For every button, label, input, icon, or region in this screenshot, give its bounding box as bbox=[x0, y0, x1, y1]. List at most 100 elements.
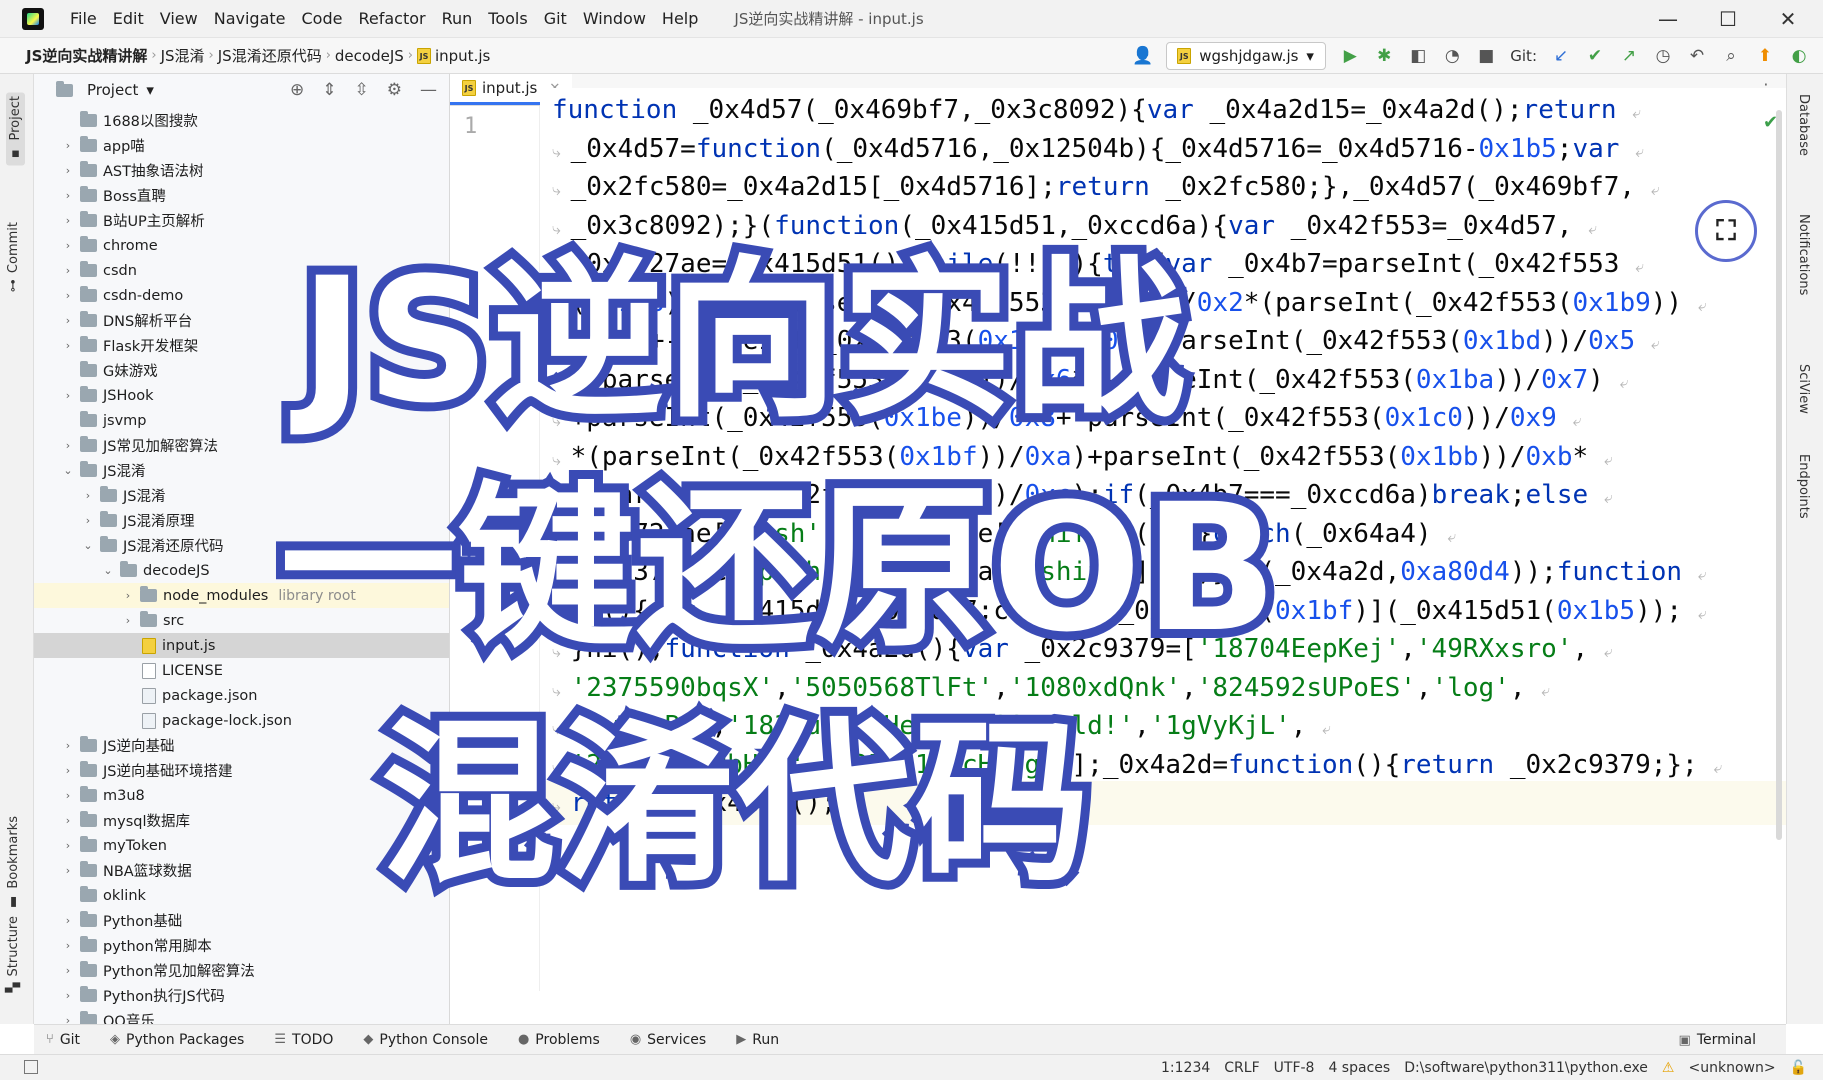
bookmarks-tool-tab[interactable]: ▮ Bookmarks bbox=[6, 816, 21, 910]
git-push-icon[interactable]: ↗ bbox=[1619, 46, 1639, 66]
tree-item[interactable]: › JS常见加解密算法 bbox=[34, 433, 449, 458]
project-tool-tab[interactable]: ▪ Project bbox=[6, 92, 25, 166]
tree-item[interactable]: › node_modules library root bbox=[34, 583, 449, 608]
minimize-button[interactable]: — bbox=[1640, 0, 1696, 38]
tree-item[interactable]: › Boss直聘 bbox=[34, 183, 449, 208]
tree-item[interactable]: › src bbox=[34, 608, 449, 633]
stop-icon[interactable]: ■ bbox=[1476, 46, 1496, 66]
problems-tool-tab[interactable]: ● Problems bbox=[518, 1032, 600, 1048]
tree-item[interactable]: › csdn bbox=[34, 258, 449, 283]
update-icon[interactable]: ⬆ bbox=[1755, 46, 1775, 66]
git-commit-icon[interactable]: ✔ bbox=[1585, 46, 1605, 66]
menu-file[interactable]: File bbox=[62, 9, 105, 28]
chevron-down-icon[interactable]: ⌄ bbox=[100, 564, 116, 577]
git-update-icon[interactable]: ↙ bbox=[1551, 46, 1571, 66]
code-editor[interactable]: function _0x4d57(_0x469bf7,_0x3c8092){va… bbox=[540, 88, 1786, 991]
chevron-right-icon[interactable]: › bbox=[60, 1014, 76, 1024]
chevron-right-icon[interactable]: › bbox=[60, 839, 76, 852]
todo-tool-tab[interactable]: ☰ TODO bbox=[274, 1032, 333, 1048]
endpoints-tool-tab[interactable]: Endpoints bbox=[1796, 454, 1811, 519]
history-icon[interactable]: ◷ bbox=[1653, 46, 1673, 66]
git-tool-tab[interactable]: ⑂ Git bbox=[46, 1032, 80, 1048]
tree-item[interactable]: › csdn-demo bbox=[34, 283, 449, 308]
chevron-right-icon[interactable]: › bbox=[60, 289, 76, 302]
code-line[interactable]: ⤷ {_0x3727ae['push'](_0x3727ae['shift'](… bbox=[552, 550, 1707, 594]
code-line[interactable]: ⤷ _0x3c8092);}(function(_0x415d51,_0xccd… bbox=[552, 204, 1597, 248]
chevron-right-icon[interactable]: › bbox=[60, 214, 76, 227]
chevron-right-icon[interactable]: › bbox=[60, 939, 76, 952]
sciview-tool-tab[interactable]: SciView bbox=[1796, 364, 1811, 414]
tree-item[interactable]: › Python执行JS代码 bbox=[34, 983, 449, 1008]
coverage-icon[interactable]: ◧ bbox=[1408, 46, 1428, 66]
chevron-right-icon[interactable]: › bbox=[120, 589, 136, 602]
code-line[interactable]: ⤷ '2375590bqsX','5050568TlFt','1080xdQnk… bbox=[552, 666, 1550, 710]
tree-item[interactable]: › JS逆向基础 bbox=[34, 733, 449, 758]
code-line[interactable]: ⤷ +parseInt(_0x42f553(0x1be))/0x8+-parse… bbox=[552, 396, 1581, 440]
code-line[interactable]: ⤷ '6wdGgBi','183iuo','Hello\x20World!','… bbox=[552, 704, 1331, 748]
tree-item[interactable]: › app喵 bbox=[34, 133, 449, 158]
tree-item[interactable]: › Flask开发框架 bbox=[34, 333, 449, 358]
chevron-right-icon[interactable]: › bbox=[60, 739, 76, 752]
tree-item[interactable]: input.js bbox=[34, 633, 449, 658]
tree-item[interactable]: › m3u8 bbox=[34, 783, 449, 808]
breadcrumb-project[interactable]: JS逆向实战精讲解 bbox=[22, 45, 151, 66]
tree-item[interactable]: 1688以图搜款 bbox=[34, 108, 449, 133]
lock-icon[interactable]: 🔓 bbox=[1790, 1060, 1807, 1076]
tree-item[interactable]: › Python基础 bbox=[34, 908, 449, 933]
code-line[interactable]: ⤷ }hi();function _0x4a2d(){var _0x2c9379… bbox=[552, 627, 1613, 671]
chevron-down-icon[interactable]: ⌄ bbox=[80, 539, 96, 552]
chevron-down-icon[interactable]: ⌄ bbox=[60, 464, 76, 477]
tree-item[interactable]: › JS逆向基础环境搭建 bbox=[34, 758, 449, 783]
commit-tool-tab[interactable]: ⊶ Commit bbox=[6, 222, 21, 292]
vcs-branch[interactable]: <unknown> bbox=[1688, 1060, 1775, 1076]
run-tool-tab[interactable]: ▶ Run bbox=[736, 1032, 779, 1048]
ai-assistant-icon[interactable]: ⛶ bbox=[1695, 200, 1757, 262]
tree-item[interactable]: › NBA篮球数据 bbox=[34, 858, 449, 883]
terminal-tool-tab[interactable]: ▣ Terminal bbox=[1679, 1025, 1756, 1055]
chevron-right-icon[interactable]: › bbox=[60, 964, 76, 977]
chevron-right-icon[interactable]: › bbox=[80, 514, 96, 527]
chevron-right-icon[interactable]: › bbox=[60, 914, 76, 927]
chevron-right-icon[interactable]: › bbox=[60, 764, 76, 777]
menu-help[interactable]: Help bbox=[654, 9, 706, 28]
chevron-down-icon[interactable]: ▾ bbox=[146, 81, 154, 99]
menu-code[interactable]: Code bbox=[294, 9, 351, 28]
breadcrumb-js-obfuscation[interactable]: JS混淆 bbox=[157, 45, 209, 66]
tree-item[interactable]: package-lock.json bbox=[34, 708, 449, 733]
tree-item[interactable]: › Python常见加解密算法 bbox=[34, 958, 449, 983]
chevron-right-icon[interactable]: › bbox=[120, 614, 136, 627]
code-line[interactable]: ⤷ (-parseInt(_0x42f553(0x1c1))/0xc);if(_… bbox=[552, 473, 1613, 517]
database-tool-tab[interactable]: Database bbox=[1796, 94, 1811, 156]
gear-icon[interactable]: ⚙ bbox=[387, 80, 402, 100]
code-line[interactable]: ⤷ return _0x4a2d();} bbox=[552, 781, 855, 825]
structure-tool-tab[interactable]: ▚ Structure bbox=[6, 916, 21, 992]
code-line[interactable]: ⤷ _0x3727ae=_0x415d51();while(!![]){try{… bbox=[552, 242, 1644, 286]
python-console-tool-tab[interactable]: ◆ Python Console bbox=[363, 1032, 488, 1048]
notifications-tool-tab[interactable]: Notifications bbox=[1796, 214, 1811, 295]
indent-setting[interactable]: 4 spaces bbox=[1328, 1060, 1390, 1076]
tree-item[interactable]: ⌄ decodeJS bbox=[34, 558, 449, 583]
line-separator[interactable]: CRLF bbox=[1224, 1060, 1259, 1076]
chevron-right-icon[interactable]: › bbox=[60, 814, 76, 827]
chevron-right-icon[interactable]: › bbox=[60, 314, 76, 327]
code-line[interactable]: function _0x4d57(_0x469bf7,_0x3c8092){va… bbox=[552, 88, 1641, 132]
run-icon[interactable]: ▶ bbox=[1340, 46, 1360, 66]
user-icon[interactable]: 👤 bbox=[1132, 46, 1153, 66]
editor-scrollbar[interactable] bbox=[1776, 110, 1782, 840]
tree-item[interactable]: › mysql数据库 bbox=[34, 808, 449, 833]
code-line[interactable]: ⤷ /0x3)+-parseInt(_0x42f553(0x1b8))/0x4+… bbox=[552, 319, 1660, 363]
tree-item[interactable]: jsvmp bbox=[34, 408, 449, 433]
breadcrumb-restore-code[interactable]: JS混淆还原代码 bbox=[214, 45, 326, 66]
tree-item[interactable]: › DNS解析平台 bbox=[34, 308, 449, 333]
tree-item[interactable]: ⌄ JS混淆 bbox=[34, 458, 449, 483]
tree-item[interactable]: › QQ音乐 bbox=[34, 1008, 449, 1024]
hide-panel-icon[interactable]: — bbox=[420, 80, 437, 100]
menu-window[interactable]: Window bbox=[575, 9, 654, 28]
chevron-right-icon[interactable]: › bbox=[60, 189, 76, 202]
python-interpreter[interactable]: D:\software\python311\python.exe bbox=[1404, 1060, 1648, 1076]
chevron-right-icon[interactable]: › bbox=[80, 489, 96, 502]
chevron-right-icon[interactable]: › bbox=[60, 164, 76, 177]
chevron-right-icon[interactable]: › bbox=[60, 264, 76, 277]
debug-icon[interactable]: ✱ bbox=[1374, 46, 1394, 66]
chevron-right-icon[interactable]: › bbox=[60, 989, 76, 1002]
